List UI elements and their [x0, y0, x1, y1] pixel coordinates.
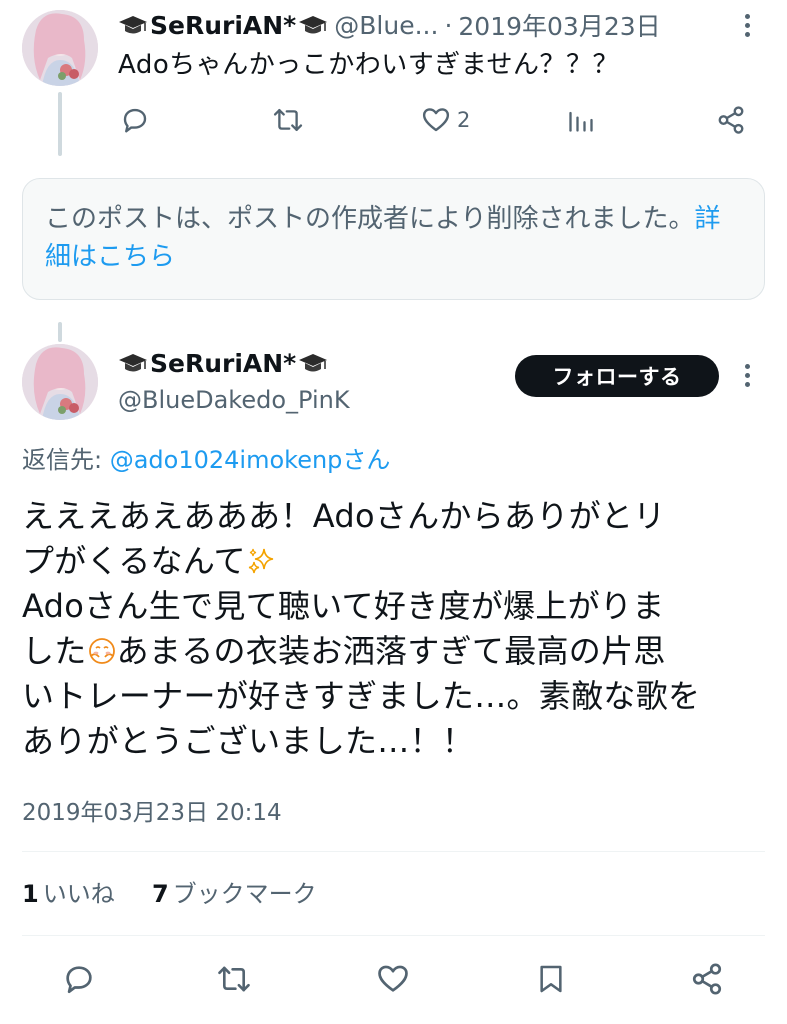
like-button[interactable]: 2	[421, 105, 470, 135]
bookmark-icon	[540, 965, 562, 993]
graduation-cap-icon	[299, 16, 328, 34]
heart-icon	[378, 965, 408, 992]
divider	[22, 935, 765, 936]
deleted-post-notice: このポストは、ポストの作成者により削除されました。詳細はこちら	[22, 178, 765, 300]
bookmarks-count: 7	[151, 880, 169, 908]
replying-to: 返信先: @ado1024imokenpさん	[22, 440, 390, 475]
avatar[interactable]	[22, 10, 98, 86]
display-name[interactable]: SeRuriAN*	[150, 349, 296, 378]
tweet-body: えええあえあああ！Adoさんからありがとリ プがくるなんて Adoさん生で見て聴…	[22, 494, 767, 764]
share-button[interactable]	[690, 962, 724, 996]
like-button[interactable]	[376, 962, 410, 996]
share-icon	[718, 106, 744, 134]
retweet-icon	[273, 108, 303, 132]
deleted-notice-text: このポストは、ポストの作成者により削除されました。	[45, 204, 695, 234]
analytics-icon	[569, 111, 593, 132]
reply-button[interactable]	[120, 105, 150, 135]
engagement-stats: 1 いいね 7 ブックマーク	[22, 874, 317, 909]
user-handle[interactable]: @Blue...	[334, 11, 438, 40]
reply-to-label: 返信先:	[22, 446, 110, 474]
share-button[interactable]	[716, 105, 746, 135]
body-line: あまるの衣装お洒落すぎて最高の片思	[116, 632, 666, 670]
user-handle[interactable]: @BlueDakedo_PinK	[118, 386, 350, 414]
body-line: えええあえあああ！Adoさんからありがとリ	[22, 497, 666, 535]
bookmarks-label: ブックマーク	[172, 880, 317, 908]
analytics-button[interactable]	[567, 105, 595, 135]
reply-icon	[123, 108, 147, 133]
reply-mention-link[interactable]: @ado1024imokenpさん	[110, 446, 391, 474]
retweet-icon	[218, 966, 250, 992]
likes-label: いいね	[42, 880, 115, 908]
thread-line	[58, 322, 62, 342]
follow-button[interactable]: フォローする	[515, 355, 719, 397]
post-date[interactable]: 2019年03月23日	[458, 7, 660, 43]
thread-line	[58, 92, 62, 156]
body-line: プがくるなんて	[22, 542, 246, 580]
retweet-button[interactable]	[216, 962, 252, 996]
reply-button[interactable]	[62, 962, 96, 996]
body-line: ありがとうございました…！！	[22, 722, 475, 760]
graduation-cap-icon	[299, 354, 328, 372]
like-count: 2	[457, 108, 471, 132]
more-icon[interactable]	[745, 364, 753, 391]
graduation-cap-icon	[119, 16, 147, 34]
heart-icon	[422, 108, 450, 132]
bookmarks-stat[interactable]: 7 ブックマーク	[152, 880, 317, 908]
bookmark-button[interactable]	[535, 962, 567, 996]
likes-stat[interactable]: 1 いいね	[22, 880, 115, 908]
post-timestamp[interactable]: 2019年03月23日 20:14	[22, 793, 282, 827]
more-icon[interactable]	[745, 14, 753, 41]
body-line: いトレーナーが好きすぎました…。素敵な歌を	[22, 677, 701, 715]
tweet-header: SeRuriAN* @Blue... · 2019年03月23日	[118, 8, 661, 42]
author-name-row: SeRuriAN*	[118, 346, 328, 380]
separator: ·	[444, 10, 453, 40]
likes-count: 1	[22, 880, 39, 908]
reply-icon	[66, 966, 92, 994]
display-name[interactable]: SeRuriAN*	[150, 11, 296, 40]
graduation-cap-icon	[119, 354, 147, 372]
blushing-face-icon	[88, 638, 115, 664]
divider	[22, 851, 765, 852]
retweet-button[interactable]	[272, 105, 304, 135]
share-icon	[692, 963, 722, 995]
sparkles-icon	[248, 548, 274, 574]
tweet-text: Adoちゃんかっこかわいすぎません？？？	[118, 50, 619, 80]
body-line: した	[22, 632, 87, 670]
avatar[interactable]	[22, 344, 98, 420]
body-line: Adoさん生で見て聴いて好き度が爆上がりま	[22, 587, 665, 625]
